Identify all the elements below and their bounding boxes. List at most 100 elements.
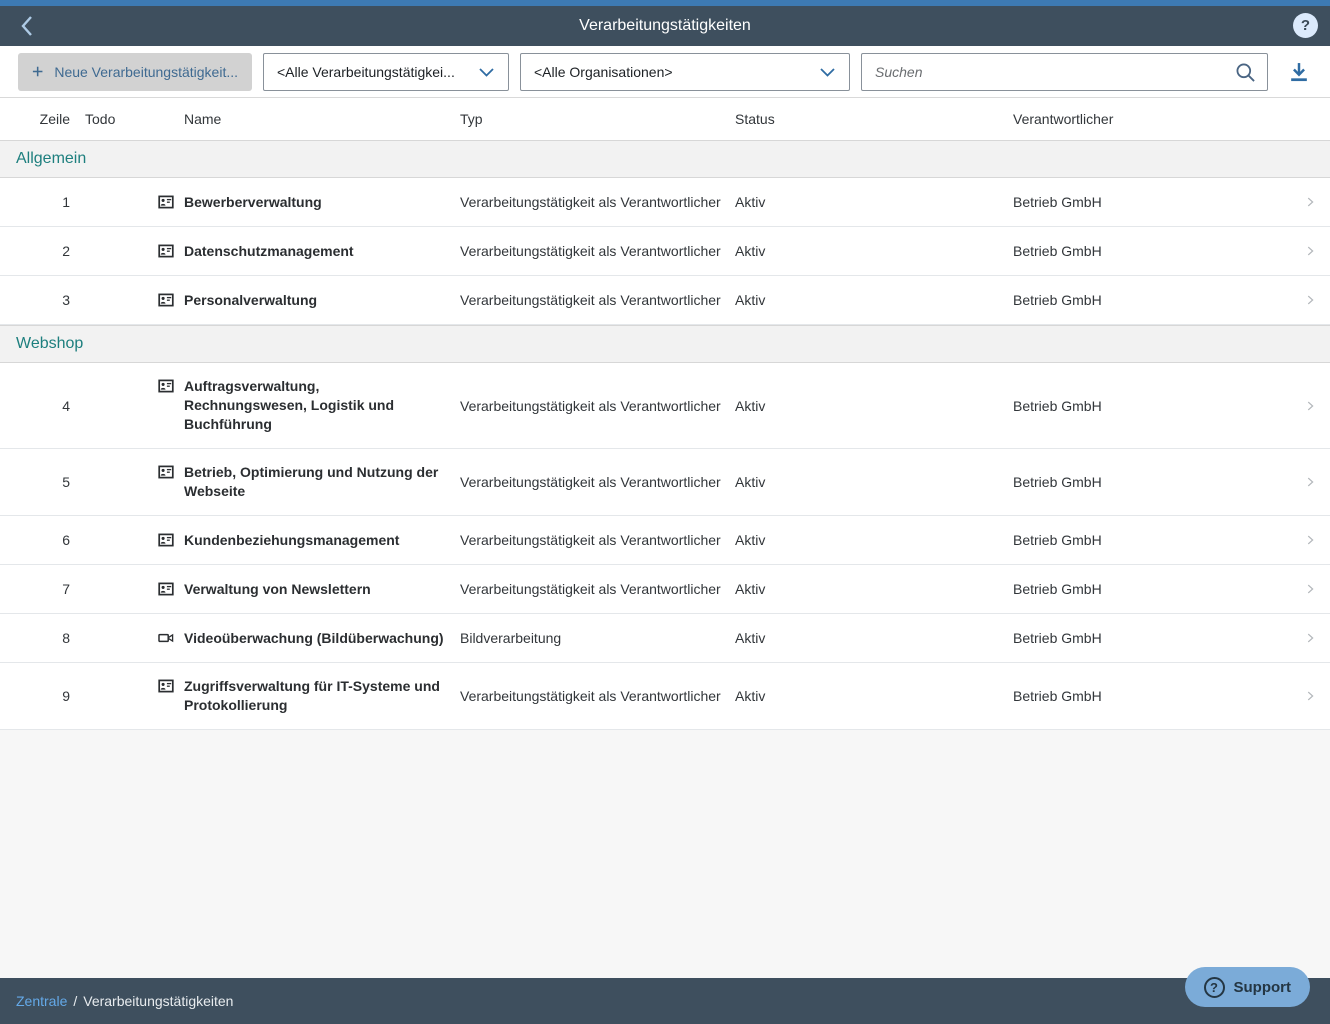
app-header: Verarbeitungstätigkeiten ? bbox=[0, 6, 1330, 46]
contact-card-icon bbox=[158, 243, 174, 259]
column-header-status: Status bbox=[735, 111, 1013, 127]
row-name: Betrieb, Optimierung und Nutzung der Web… bbox=[184, 463, 446, 501]
row-number: 5 bbox=[0, 474, 70, 490]
group-label: Allgemein bbox=[16, 150, 86, 168]
row-type: Verarbeitungstätigkeit als Verantwortlic… bbox=[460, 531, 735, 549]
filter-organisation-dropdown[interactable]: <Alle Organisationen> bbox=[520, 53, 850, 91]
column-header-zeile: Zeile bbox=[0, 111, 70, 127]
chevron-right-icon bbox=[1290, 582, 1330, 596]
row-type: Verarbeitungstätigkeit als Verantwortlic… bbox=[460, 291, 735, 309]
chevron-right-icon bbox=[1290, 475, 1330, 489]
contact-card-icon bbox=[158, 464, 174, 480]
row-name: Bewerberverwaltung bbox=[184, 193, 322, 212]
chevron-right-icon bbox=[1290, 244, 1330, 258]
row-number: 1 bbox=[0, 194, 70, 210]
table-row[interactable]: 1 Bewerberverwaltung Verarbeitungstätigk… bbox=[0, 178, 1330, 227]
row-type: Verarbeitungstätigkeit als Verantwortlic… bbox=[460, 473, 735, 491]
breadcrumb-separator: / bbox=[73, 993, 77, 1009]
chevron-right-icon bbox=[1290, 293, 1330, 307]
contact-card-icon bbox=[158, 194, 174, 210]
filter-type-value: <Alle Verarbeitungstätigkei... bbox=[277, 64, 455, 80]
row-number: 3 bbox=[0, 292, 70, 308]
table-header-row: Zeile Todo Name Typ Status Verantwortlic… bbox=[0, 98, 1330, 140]
row-number: 6 bbox=[0, 532, 70, 548]
row-number: 7 bbox=[0, 581, 70, 597]
content-filler bbox=[0, 730, 1330, 978]
filter-type-dropdown[interactable]: <Alle Verarbeitungstätigkei... bbox=[263, 53, 509, 91]
row-responsible: Betrieb GmbH bbox=[1013, 242, 1290, 260]
row-type: Verarbeitungstätigkeit als Verantwortlic… bbox=[460, 397, 735, 415]
row-type: Bildverarbeitung bbox=[460, 629, 735, 647]
chevron-right-icon bbox=[1290, 533, 1330, 547]
chevron-left-icon bbox=[20, 15, 34, 37]
question-mark-icon: ? bbox=[1301, 17, 1310, 34]
row-number: 9 bbox=[0, 688, 70, 704]
group-header-allgemein: Allgemein bbox=[0, 140, 1330, 178]
column-header-verantwortlicher: Verantwortlicher bbox=[1013, 111, 1290, 127]
chevron-right-icon bbox=[1290, 689, 1330, 703]
chevron-right-icon bbox=[1290, 631, 1330, 645]
column-header-name: Name bbox=[145, 111, 460, 127]
chevron-right-icon bbox=[1290, 195, 1330, 209]
row-name: Personalverwaltung bbox=[184, 291, 317, 310]
row-name: Zugriffsverwaltung für IT-Systeme und Pr… bbox=[184, 677, 446, 715]
row-name: Datenschutzmanagement bbox=[184, 242, 354, 261]
table-row[interactable]: 5 Betrieb, Optimierung und Nutzung der W… bbox=[0, 449, 1330, 516]
download-icon bbox=[1288, 61, 1310, 83]
toolbar: Neue Verarbeitungstätigkeit... <Alle Ver… bbox=[0, 46, 1330, 98]
row-name: Kundenbeziehungsmanagement bbox=[184, 531, 399, 550]
row-responsible: Betrieb GmbH bbox=[1013, 629, 1290, 647]
page-title: Verarbeitungstätigkeiten bbox=[579, 17, 751, 35]
download-button[interactable] bbox=[1282, 53, 1316, 91]
search-icon bbox=[1235, 62, 1257, 84]
table-row[interactable]: 3 Personalverwaltung Verarbeitungstätigk… bbox=[0, 276, 1330, 325]
footer-bar: Zentrale / Verarbeitungstätigkeiten bbox=[0, 978, 1330, 1024]
help-button[interactable]: ? bbox=[1293, 13, 1318, 38]
row-type: Verarbeitungstätigkeit als Verantwortlic… bbox=[460, 242, 735, 260]
row-responsible: Betrieb GmbH bbox=[1013, 291, 1290, 309]
row-number: 4 bbox=[0, 398, 70, 414]
table-row[interactable]: 6 Kundenbeziehungsmanagement Verarbeitun… bbox=[0, 516, 1330, 565]
search-box bbox=[861, 53, 1268, 91]
row-type: Verarbeitungstätigkeit als Verantwortlic… bbox=[460, 580, 735, 598]
row-type: Verarbeitungstätigkeit als Verantwortlic… bbox=[460, 687, 735, 705]
contact-card-icon bbox=[158, 532, 174, 548]
chevron-down-icon bbox=[478, 66, 495, 78]
contact-card-icon bbox=[158, 581, 174, 597]
video-camera-icon bbox=[158, 630, 174, 646]
row-number: 2 bbox=[0, 243, 70, 259]
row-status: Aktiv bbox=[735, 531, 1013, 549]
question-mark-circle-icon: ? bbox=[1204, 977, 1225, 998]
row-number: 8 bbox=[0, 630, 70, 646]
row-responsible: Betrieb GmbH bbox=[1013, 580, 1290, 598]
chevron-right-icon bbox=[1290, 399, 1330, 413]
row-responsible: Betrieb GmbH bbox=[1013, 473, 1290, 491]
search-input[interactable] bbox=[862, 54, 1267, 90]
search-button[interactable] bbox=[1235, 62, 1257, 84]
row-responsible: Betrieb GmbH bbox=[1013, 687, 1290, 705]
table-row[interactable]: 4 Auftragsverwaltung, Rechnungswesen, Lo… bbox=[0, 363, 1330, 449]
row-type: Verarbeitungstätigkeit als Verantwortlic… bbox=[460, 193, 735, 211]
table-row[interactable]: 8 Videoüberwachung (Bildüberwachung) Bil… bbox=[0, 614, 1330, 663]
group-header-webshop: Webshop bbox=[0, 325, 1330, 363]
new-processing-activity-button[interactable]: Neue Verarbeitungstätigkeit... bbox=[18, 53, 252, 91]
table-row[interactable]: 7 Verwaltung von Newslettern Verarbeitun… bbox=[0, 565, 1330, 614]
row-status: Aktiv bbox=[735, 397, 1013, 415]
row-status: Aktiv bbox=[735, 291, 1013, 309]
filter-organisation-value: <Alle Organisationen> bbox=[534, 64, 673, 80]
group-label: Webshop bbox=[16, 335, 83, 353]
row-responsible: Betrieb GmbH bbox=[1013, 531, 1290, 549]
row-status: Aktiv bbox=[735, 580, 1013, 598]
breadcrumb-link-zentrale[interactable]: Zentrale bbox=[16, 993, 67, 1009]
contact-card-icon bbox=[158, 378, 174, 394]
table-row[interactable]: 2 Datenschutzmanagement Verarbeitungstät… bbox=[0, 227, 1330, 276]
support-button[interactable]: ? Support bbox=[1185, 967, 1311, 1007]
breadcrumb-current: Verarbeitungstätigkeiten bbox=[83, 993, 233, 1009]
row-status: Aktiv bbox=[735, 629, 1013, 647]
support-button-label: Support bbox=[1234, 979, 1292, 996]
new-button-label: Neue Verarbeitungstätigkeit... bbox=[54, 64, 238, 80]
row-name: Auftragsverwaltung, Rechnungswesen, Logi… bbox=[184, 377, 446, 434]
back-button[interactable] bbox=[14, 13, 40, 39]
table-row[interactable]: 9 Zugriffsverwaltung für IT-Systeme und … bbox=[0, 663, 1330, 730]
row-name: Verwaltung von Newslettern bbox=[184, 580, 371, 599]
